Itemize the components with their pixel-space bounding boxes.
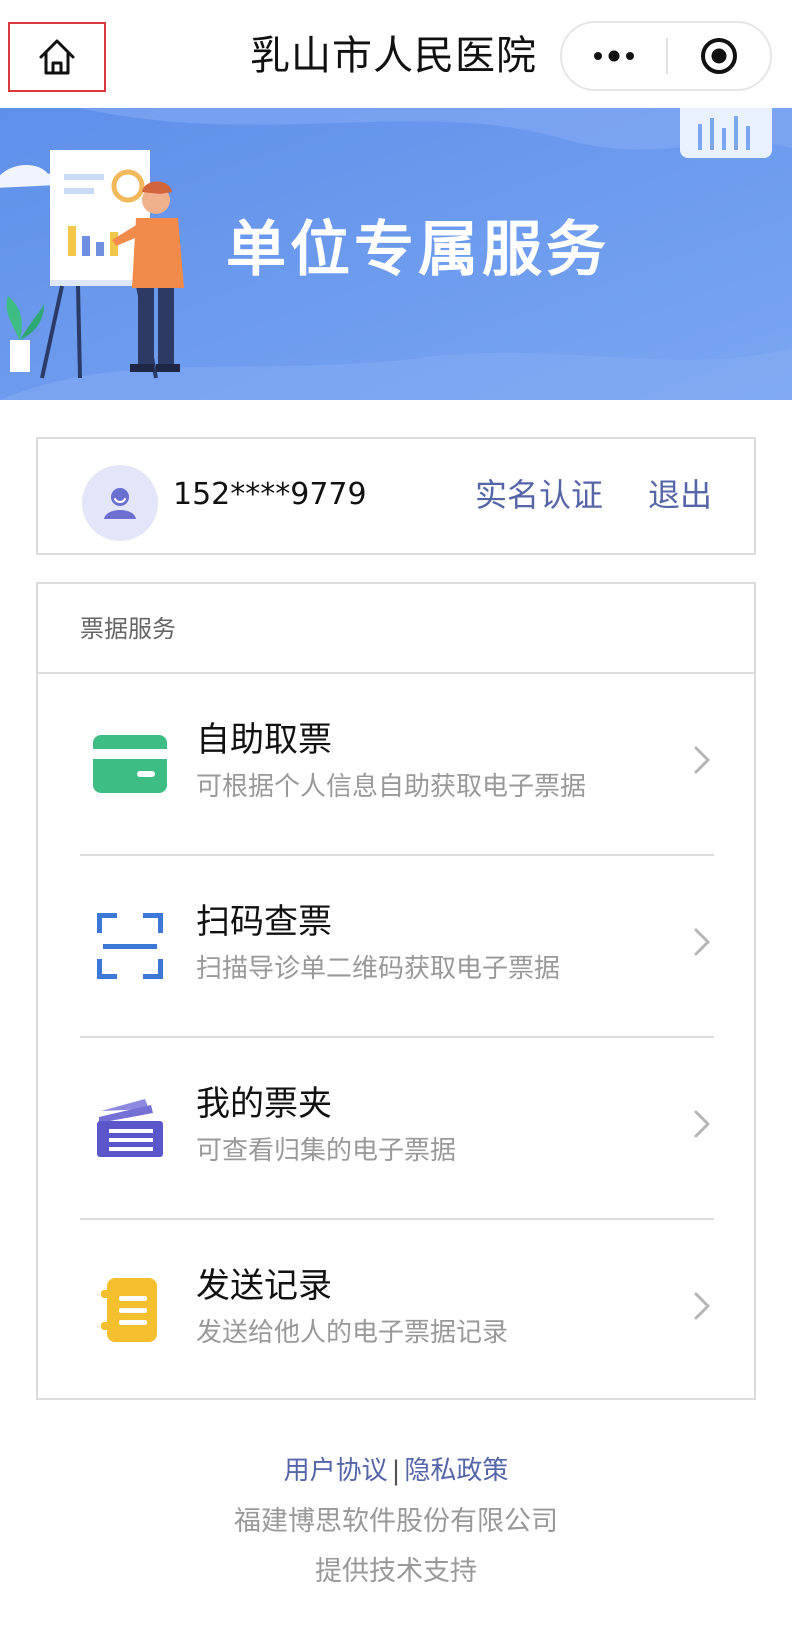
service-title: 扫码查票 bbox=[196, 902, 332, 942]
top-navbar: 乳山市人民医院 bbox=[0, 0, 792, 108]
service-banner: 单位专属服务 bbox=[0, 108, 792, 400]
more-dots-icon bbox=[594, 50, 634, 62]
close-mini-program-button[interactable] bbox=[668, 23, 770, 89]
scan-icon bbox=[92, 908, 168, 984]
chevron-right-icon bbox=[694, 1110, 710, 1138]
service-item-self-pickup[interactable]: 自助取票 可根据个人信息自助获取电子票据 bbox=[38, 674, 754, 856]
home-button[interactable] bbox=[8, 22, 106, 92]
avatar bbox=[82, 465, 158, 541]
chevron-right-icon bbox=[694, 928, 710, 956]
record-list-icon bbox=[92, 1272, 168, 1348]
real-name-verify-link[interactable]: 实名认证 bbox=[475, 473, 603, 517]
ticket-services-card: 票据服务 自助取票 可根据个人信息自助获取电子票据 扫码查票 扫描导诊单二维码获… bbox=[36, 582, 756, 1400]
banner-title: 单位专属服务 bbox=[226, 215, 610, 285]
footer-links: 用户协议 | 隐私政策 bbox=[0, 1452, 792, 1490]
user-phone: 152****9779 bbox=[173, 477, 367, 512]
user-agreement-link[interactable]: 用户协议 bbox=[284, 1456, 388, 1486]
service-title: 发送记录 bbox=[196, 1266, 332, 1306]
page-title: 乳山市人民医院 bbox=[250, 33, 537, 79]
service-item-send-records[interactable]: 发送记录 发送给他人的电子票据记录 bbox=[38, 1220, 754, 1402]
service-title: 自助取票 bbox=[196, 720, 332, 760]
service-title: 我的票夹 bbox=[196, 1084, 332, 1124]
home-icon bbox=[39, 39, 75, 75]
mini-program-capsule bbox=[560, 21, 772, 91]
ticket-folder-icon bbox=[92, 1090, 168, 1166]
services-header: 票据服务 bbox=[38, 584, 754, 674]
chevron-right-icon bbox=[694, 746, 710, 774]
service-description: 可根据个人信息自助获取电子票据 bbox=[196, 772, 587, 802]
footer-company: 福建博思软件股份有限公司 bbox=[234, 1506, 558, 1537]
service-item-my-tickets[interactable]: 我的票夹 可查看归集的电子票据 bbox=[38, 1038, 754, 1220]
service-item-scan-ticket[interactable]: 扫码查票 扫描导诊单二维码获取电子票据 bbox=[38, 856, 754, 1038]
footer-support: 提供技术支持 bbox=[315, 1556, 477, 1587]
services-header-label: 票据服务 bbox=[80, 615, 176, 643]
service-description: 扫描导诊单二维码获取电子票据 bbox=[196, 954, 561, 984]
service-description: 发送给他人的电子票据记录 bbox=[196, 1318, 509, 1348]
privacy-policy-link[interactable]: 隐私政策 bbox=[404, 1456, 508, 1486]
record-circle-icon bbox=[701, 38, 737, 74]
footer-separator: | bbox=[391, 1456, 401, 1486]
service-description: 可查看归集的电子票据 bbox=[196, 1136, 457, 1166]
card-icon bbox=[92, 726, 168, 802]
chevron-right-icon bbox=[694, 1292, 710, 1320]
user-avatar-icon bbox=[104, 488, 136, 519]
logout-link[interactable]: 退出 bbox=[648, 473, 712, 517]
user-info-card: 152****9779 实名认证 退出 bbox=[36, 437, 756, 555]
more-button[interactable] bbox=[562, 23, 666, 89]
divider bbox=[80, 1398, 714, 1400]
